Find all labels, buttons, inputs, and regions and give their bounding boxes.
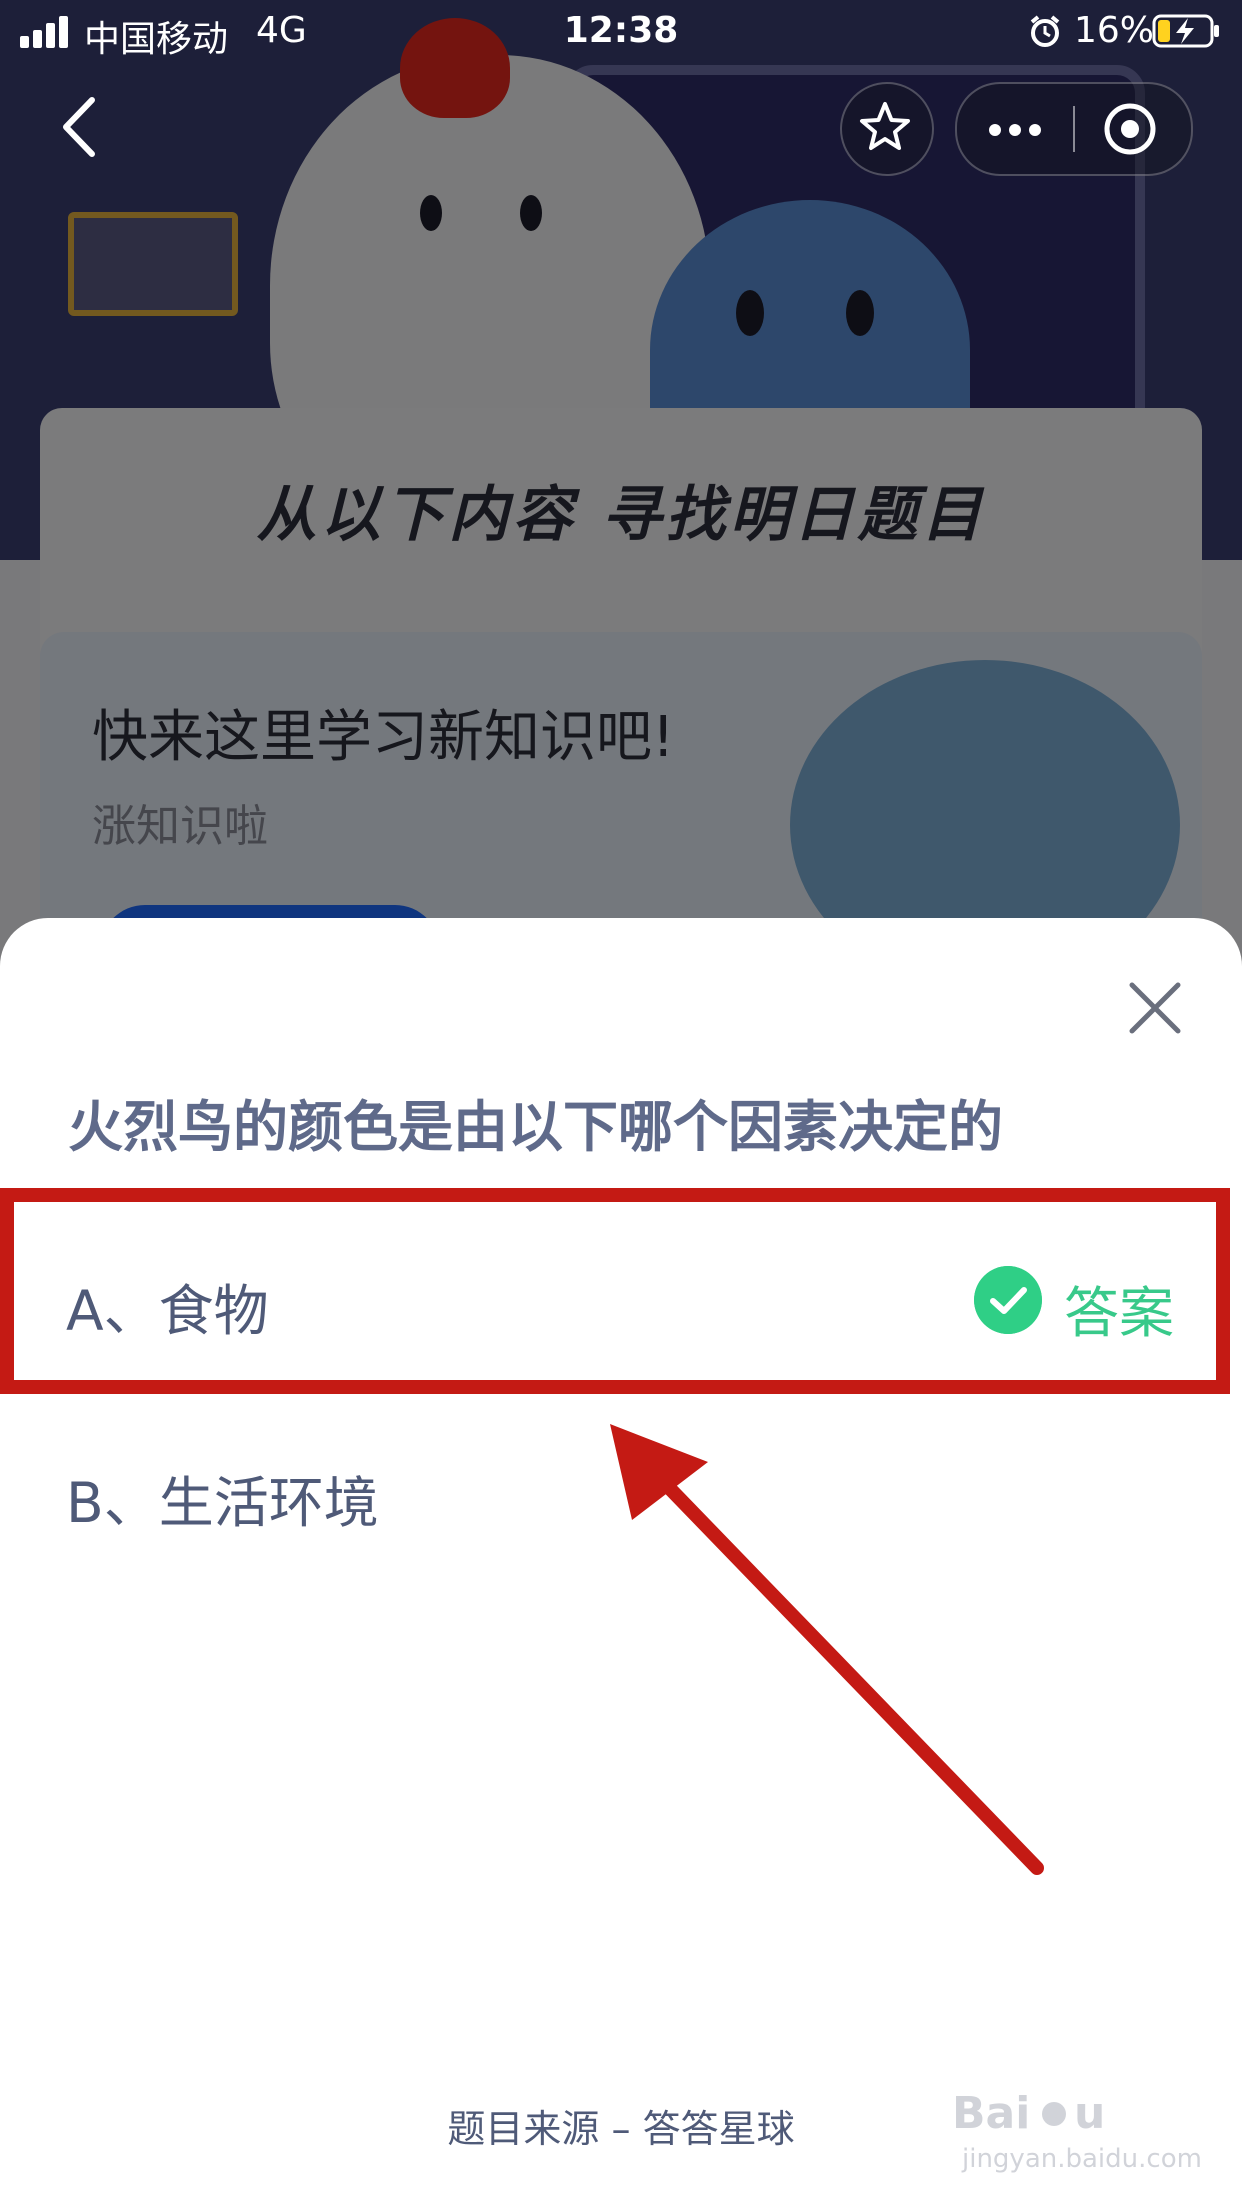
answer-highlight-box	[0, 1188, 1230, 1394]
mini-program-capsule	[955, 82, 1193, 176]
target-circle-icon[interactable]	[1075, 84, 1191, 174]
watermark-url: jingyan.baidu.com	[962, 2144, 1202, 2174]
more-dots-icon[interactable]	[957, 84, 1073, 174]
favorite-button[interactable]	[840, 82, 934, 176]
question-text: 火烈鸟的颜色是由以下哪个因素决定的	[68, 1095, 1004, 1159]
svg-text:u: u	[1074, 2088, 1105, 2139]
pointer-arrow	[610, 1424, 1044, 1875]
option-b-label: B、生活环境	[66, 1471, 379, 1535]
alarm-clock-icon	[1030, 15, 1060, 47]
star-icon	[860, 102, 910, 150]
baidu-jingyan-watermark: Bai u jingyan.baidu.com	[950, 2084, 1230, 2184]
close-icon[interactable]	[1122, 975, 1188, 1041]
chevron-left-icon[interactable]	[54, 92, 104, 162]
paw-logo-icon: Bai u	[952, 2088, 1105, 2139]
battery-percent: 16%	[1074, 10, 1155, 51]
status-bar: 中国移动 4G 12:38 16%	[0, 0, 1242, 64]
svg-text:Bai: Bai	[952, 2088, 1030, 2139]
battery-charging-icon	[1152, 14, 1219, 48]
